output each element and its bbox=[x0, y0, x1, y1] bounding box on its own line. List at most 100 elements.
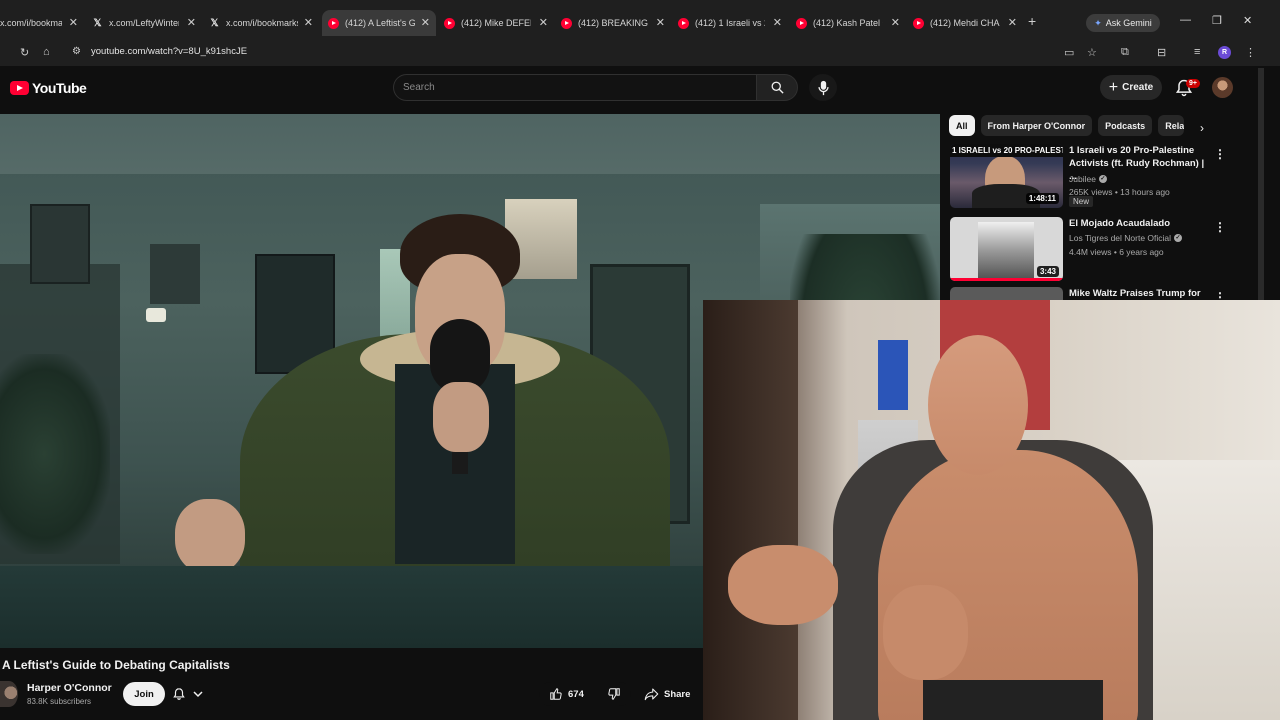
more-options-icon[interactable]: ⋮ bbox=[1214, 147, 1226, 161]
recommendation-channel[interactable]: Los Tigres del Norte Oficial ✓ bbox=[1069, 233, 1183, 243]
album-cover-art bbox=[978, 222, 1034, 278]
browser-tab[interactable]: (412) Mike DEFEND ✕ bbox=[444, 13, 548, 33]
browser-tab[interactable]: 𝕏 x.com/i/bookmarks ✕ bbox=[209, 13, 313, 33]
page-scrollbar[interactable] bbox=[1258, 68, 1264, 300]
video-thumbnail[interactable]: 3:43 bbox=[950, 217, 1063, 281]
recommendation-item[interactable]: Mike Waltz Praises Trump for ⋮ bbox=[950, 287, 1230, 300]
recommendation-item[interactable]: 3:43 El Mojado Acaudalado Los Tigres del… bbox=[950, 217, 1230, 285]
chevron-down-icon bbox=[193, 691, 203, 698]
more-options-icon[interactable]: ⋮ bbox=[1214, 290, 1226, 300]
chip-podcasts[interactable]: Podcasts bbox=[1098, 115, 1153, 136]
url-field[interactable]: youtube.com/watch?v=8U_k91shcJE bbox=[91, 46, 247, 57]
channel-avatar[interactable] bbox=[0, 681, 18, 707]
browser-tab[interactable]: (412) Mehdi CHALL ✕ bbox=[913, 13, 1017, 33]
streamer-hand bbox=[728, 545, 838, 625]
streamer-shorts bbox=[923, 680, 1103, 720]
browser-tab[interactable]: 𝕏 x.com/LeftyWinter ✕ bbox=[92, 13, 196, 33]
bookmark-star-icon[interactable]: ☆ bbox=[1087, 46, 1097, 59]
join-button[interactable]: Join bbox=[123, 682, 165, 706]
subscription-notification-button[interactable] bbox=[172, 684, 216, 704]
channel-name[interactable]: Harper O'Connor bbox=[27, 682, 112, 694]
minimize-icon[interactable]: — bbox=[1180, 14, 1191, 26]
video-scene-frame bbox=[30, 204, 90, 284]
recommendation-title[interactable]: El Mojado Acaudalado bbox=[1069, 217, 1214, 230]
tab-title: (412) Mike DEFEND bbox=[461, 18, 531, 28]
close-icon[interactable]: ✕ bbox=[539, 16, 548, 29]
close-icon[interactable]: ✕ bbox=[656, 16, 665, 29]
youtube-icon bbox=[444, 17, 455, 29]
video-scene-frame bbox=[150, 244, 200, 304]
new-tab-button[interactable]: + bbox=[1028, 13, 1036, 29]
more-options-icon[interactable]: ⋮ bbox=[1214, 220, 1226, 234]
tab-title: x.com/LeftyWinter bbox=[109, 18, 179, 28]
microphone-icon bbox=[817, 80, 829, 95]
x-icon: 𝕏 bbox=[93, 17, 102, 29]
recommendation-meta: 4.4M views • 6 years ago bbox=[1069, 247, 1164, 257]
chevron-right-icon[interactable]: › bbox=[1200, 121, 1204, 135]
close-icon[interactable]: ✕ bbox=[69, 16, 78, 29]
home-icon[interactable]: ⌂ bbox=[43, 46, 50, 58]
create-label: Create bbox=[1122, 82, 1154, 93]
youtube-logo-text: YouTube bbox=[32, 80, 87, 96]
youtube-logo[interactable]: YouTube bbox=[10, 80, 87, 96]
cast-icon[interactable]: ▭ bbox=[1064, 46, 1074, 59]
youtube-icon bbox=[913, 17, 924, 29]
recommendation-title[interactable]: Mike Waltz Praises Trump for bbox=[1069, 287, 1214, 300]
browser-tab[interactable]: (412) BREAKING: S ✕ bbox=[561, 13, 665, 33]
dislike-button[interactable] bbox=[597, 687, 621, 701]
window-close-icon[interactable]: ✕ bbox=[1243, 14, 1252, 27]
reading-list-icon[interactable]: ≡ bbox=[1194, 46, 1200, 58]
like-count: 674 bbox=[568, 688, 584, 700]
restore-icon[interactable]: ❐ bbox=[1212, 14, 1222, 27]
search-button[interactable] bbox=[756, 74, 798, 101]
video-thumbnail[interactable] bbox=[950, 287, 1063, 300]
close-icon[interactable]: ✕ bbox=[304, 16, 313, 29]
close-icon[interactable]: ✕ bbox=[421, 16, 430, 29]
search-placeholder: Search bbox=[403, 82, 435, 93]
like-button[interactable]: 674 bbox=[539, 687, 597, 701]
browser-tab[interactable]: (412) Kash Patel Co ✕ bbox=[796, 13, 900, 33]
tab-title: (412) 1 Israeli vs 20 bbox=[695, 18, 765, 28]
reload-icon[interactable]: ↻ bbox=[20, 46, 29, 59]
account-avatar[interactable] bbox=[1212, 77, 1233, 98]
create-button[interactable]: + Create bbox=[1100, 75, 1162, 100]
video-thumbnail[interactable]: 1 ISRAELI vs 20 PRO-PALESTINE 1:48:11 bbox=[950, 144, 1063, 208]
browser-tab-active[interactable]: (412) A Leftist's Gu ✕ bbox=[328, 13, 430, 33]
tab-title: x.com/i/bookmarks bbox=[0, 18, 62, 28]
close-icon[interactable]: ✕ bbox=[891, 16, 900, 29]
streamer-hand bbox=[883, 585, 968, 680]
chip-all[interactable]: All bbox=[949, 115, 975, 136]
tab-title: (412) BREAKING: S bbox=[578, 18, 648, 28]
voice-search-button[interactable] bbox=[809, 74, 837, 101]
browser-menu-icon[interactable]: ⋮ bbox=[1245, 46, 1256, 59]
close-icon[interactable]: ✕ bbox=[187, 16, 196, 29]
site-settings-icon[interactable]: ⚙ bbox=[72, 46, 81, 57]
browser-tab[interactable]: (412) 1 Israeli vs 20 ✕ bbox=[678, 13, 782, 33]
recommendation-item[interactable]: 1 ISRAELI vs 20 PRO-PALESTINE 1:48:11 1 … bbox=[950, 144, 1230, 212]
tab-title: (412) A Leftist's Gu bbox=[345, 18, 415, 28]
verified-check-icon: ✓ bbox=[1174, 234, 1183, 242]
subscriber-count: 83.8K subscribers bbox=[27, 697, 92, 706]
recommendation-channel[interactable]: Jubilee ✓ bbox=[1069, 174, 1107, 184]
close-icon[interactable]: ✕ bbox=[773, 16, 782, 29]
notifications-badge: 9+ bbox=[1186, 79, 1200, 88]
extensions-icon[interactable]: ⧉ bbox=[1121, 46, 1129, 59]
address-bar-row: ↻ ⌂ ⚙ youtube.com/watch?v=8U_k91shcJE ▭ … bbox=[0, 40, 1280, 66]
search-icon bbox=[771, 81, 784, 94]
channel-name: Los Tigres del Norte Oficial bbox=[1069, 233, 1172, 243]
streamer-head bbox=[928, 335, 1028, 475]
youtube-icon bbox=[328, 17, 339, 29]
thumbs-down-icon bbox=[608, 688, 620, 700]
chip-from-channel[interactable]: From Harper O'Connor bbox=[980, 115, 1093, 136]
browser-profile-avatar[interactable]: R bbox=[1218, 46, 1231, 59]
close-icon[interactable]: ✕ bbox=[1008, 16, 1017, 29]
watch-progress-bar bbox=[950, 278, 1063, 281]
bell-icon bbox=[173, 688, 185, 700]
split-view-icon[interactable]: ⊟ bbox=[1157, 46, 1166, 59]
share-button[interactable]: Share bbox=[640, 682, 696, 706]
ask-gemini-button[interactable]: ✦ Ask Gemini bbox=[1086, 14, 1160, 32]
browser-tab[interactable]: x.com/i/bookmarks ✕ bbox=[0, 13, 78, 33]
webcam-doorway bbox=[703, 300, 798, 720]
search-input[interactable]: Search bbox=[393, 74, 756, 101]
chip-related[interactable]: Rela bbox=[1158, 115, 1185, 136]
